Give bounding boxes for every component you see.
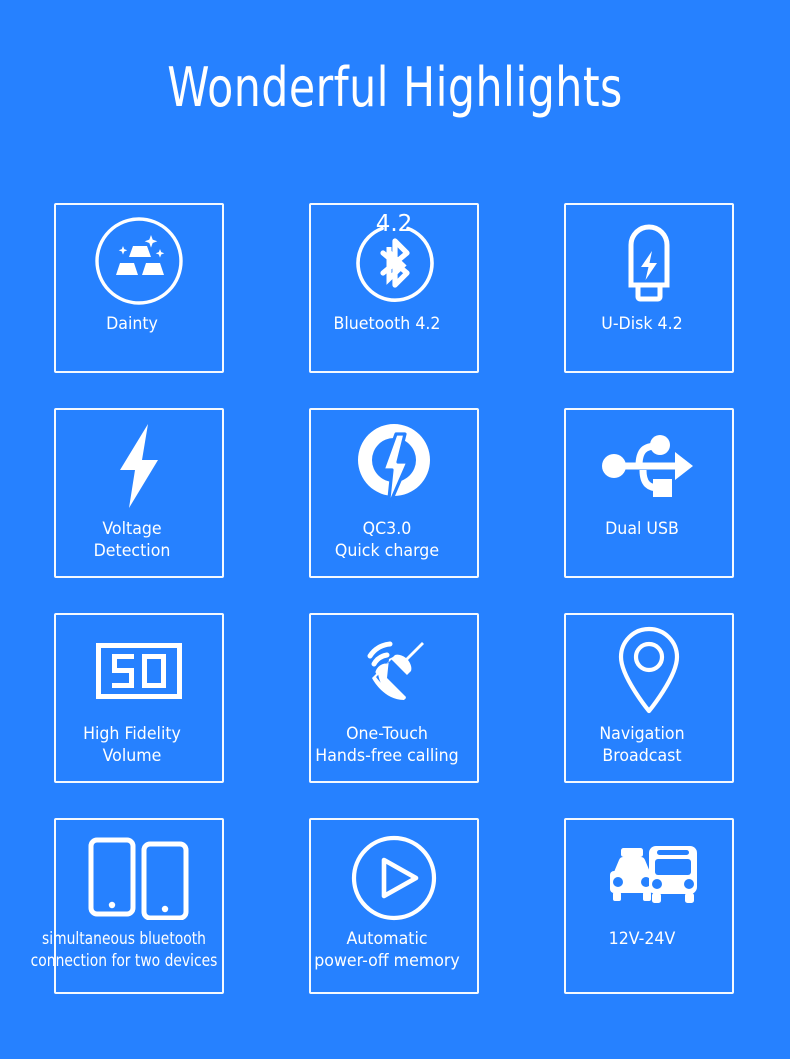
feature-card-qc30[interactable]: QC3.0 Quick charge — [309, 408, 479, 578]
feature-card-label: Dual USB — [604, 519, 679, 539]
map-pin-icon — [566, 619, 732, 723]
feature-card-high-fidelity[interactable]: High Fidelity Volume — [54, 613, 224, 783]
lcd-volume-50-icon — [56, 619, 222, 723]
feature-card-label: simultaneous bluetooth connection for tw… — [30, 929, 218, 970]
feature-card-power-off-memory[interactable]: Automatic power-off memory — [309, 818, 479, 994]
lcd-digits — [112, 654, 166, 688]
page-title: Wonderful Highlights — [167, 56, 623, 119]
feature-card-label: Navigation Broadcast — [598, 724, 685, 767]
feature-card-label: U-Disk 4.2 — [600, 314, 683, 334]
feature-card-label: One-Touch Hands-free calling — [314, 724, 459, 767]
usb-trident-icon — [566, 414, 732, 518]
usb-flash-drive-icon — [566, 209, 732, 313]
bluetooth-icon: 4.2 — [311, 209, 477, 313]
phone-handset-waves-icon — [311, 619, 477, 723]
taxi-bus-icon — [566, 828, 732, 928]
feature-card-label: Dainty — [105, 314, 158, 334]
feature-card-label: High Fidelity Volume — [82, 724, 181, 767]
bluetooth-version-badge: 4.2 — [375, 211, 413, 237]
gold-bars-circle-icon — [56, 209, 222, 313]
feature-card-bluetooth[interactable]: 4.2 Bluetooth 4.2 — [309, 203, 479, 373]
quick-charge-icon — [311, 414, 477, 518]
feature-card-two-devices[interactable]: simultaneous bluetooth connection for tw… — [31, 818, 224, 994]
feature-card-voltage-range[interactable]: 12V-24V — [564, 818, 734, 994]
play-circle-icon — [311, 828, 477, 928]
feature-card-label: Voltage Detection — [93, 519, 170, 562]
lightning-bolt-icon — [56, 414, 222, 518]
feature-card-label: 12V-24V — [608, 929, 675, 949]
feature-card-voltage-detection[interactable]: Voltage Detection — [54, 408, 224, 578]
highlights-page: Wonderful Highlights Dainty 4.2 Bluetoot… — [0, 0, 790, 1059]
feature-card-dainty[interactable]: Dainty — [54, 203, 224, 373]
feature-card-navigation[interactable]: Navigation Broadcast — [564, 613, 734, 783]
feature-card-label: QC3.0 Quick charge — [334, 519, 439, 562]
feature-card-u-disk[interactable]: U-Disk 4.2 — [564, 203, 734, 373]
feature-card-label: Bluetooth 4.2 — [333, 314, 440, 334]
feature-card-dual-usb[interactable]: Dual USB — [564, 408, 734, 578]
two-phones-icon — [56, 828, 222, 928]
features-grid: Dainty 4.2 Bluetooth 4.2 U-Disk 4.2 Volt… — [31, 203, 736, 994]
feature-card-label: Automatic power-off memory — [313, 929, 460, 972]
feature-card-hands-free[interactable]: One-Touch Hands-free calling — [309, 613, 479, 783]
